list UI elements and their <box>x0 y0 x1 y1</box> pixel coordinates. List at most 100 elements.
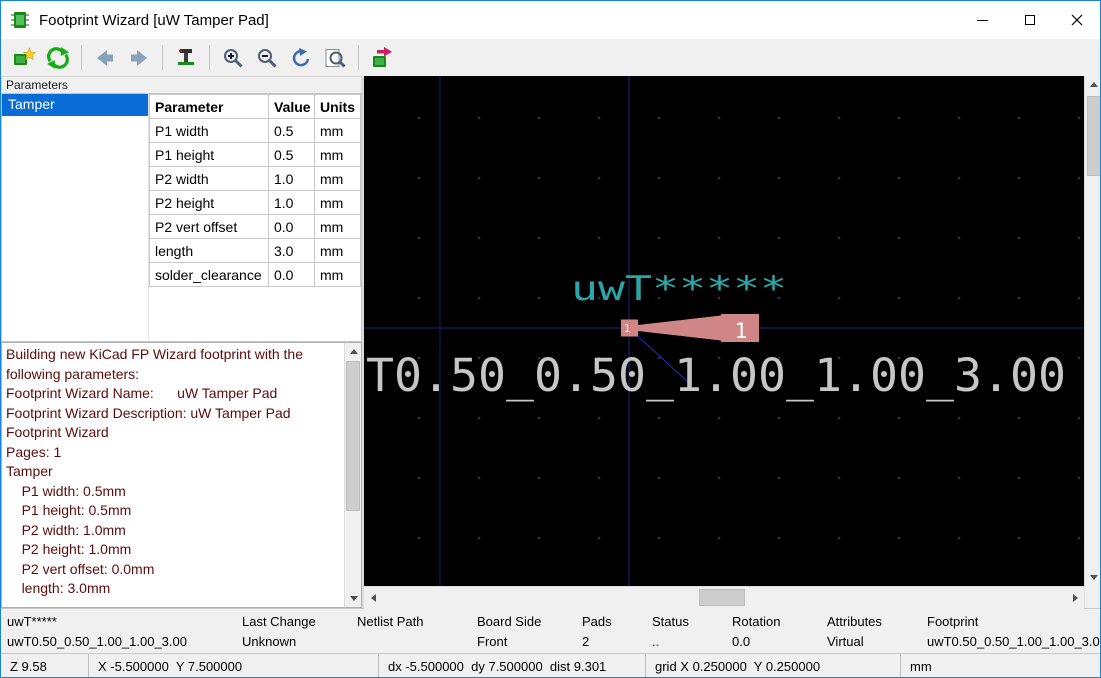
scroll-right-button[interactable] <box>1066 587 1084 609</box>
cursor-position: X -5.500000 Y 7.500000 <box>89 654 379 678</box>
param-value-cell[interactable]: 0.0 <box>269 263 315 287</box>
param-value-cell[interactable]: 1.0 <box>269 167 315 191</box>
scroll-left-button[interactable] <box>364 587 382 609</box>
status-bar: uwT***** uwT0.50_0.50_1.00_1.00_3.00 Las… <box>1 608 1100 653</box>
zoom-fit-icon <box>324 47 346 69</box>
coordinates-bar: Z 9.58 X -5.500000 Y 7.500000 dx -5.5000… <box>1 653 1100 678</box>
param-name-cell: solder_clearance <box>150 263 269 287</box>
parameters-panel: Parameters Tamper Parameter Value Units <box>1 76 364 608</box>
message-scrollbar[interactable] <box>344 343 361 607</box>
scroll-right-icon <box>1073 594 1078 602</box>
minimize-icon <box>977 20 988 21</box>
param-value-cell[interactable]: 3.0 <box>269 239 315 263</box>
table-row[interactable]: P2 width 1.0 mm <box>150 167 361 191</box>
grid-setting: grid X 0.250000 Y 0.250000 <box>646 654 901 678</box>
scrollbar-corner <box>1085 586 1101 608</box>
table-row[interactable]: P1 width 0.5 mm <box>150 119 361 143</box>
zoom-out-button[interactable] <box>250 42 284 73</box>
scrollbar-track[interactable] <box>382 587 1066 609</box>
parameter-table: Parameter Value Units P1 width 0.5 mm P1… <box>149 94 361 341</box>
param-value-cell[interactable]: 0.0 <box>269 215 315 239</box>
scroll-up-icon <box>1090 82 1098 87</box>
maximize-button[interactable] <box>1006 1 1053 39</box>
redraw-icon <box>290 47 312 69</box>
parameters-panel-header: Parameters <box>1 76 362 93</box>
main-area: Parameters Tamper Parameter Value Units <box>1 76 1100 608</box>
select-wizard-button[interactable] <box>7 42 41 73</box>
message-panel: Building new KiCad FP Wizard footprint w… <box>1 342 362 608</box>
zoom-in-button[interactable] <box>216 42 250 73</box>
minimize-button[interactable] <box>959 1 1006 39</box>
param-name-cell: P1 width <box>150 119 269 143</box>
param-units-cell: mm <box>315 263 361 287</box>
status-last-change: Last Change Unknown <box>236 609 351 653</box>
zoom-in-icon <box>222 47 244 69</box>
col-header-value: Value <box>269 95 315 119</box>
table-row[interactable]: length 3.0 mm <box>150 239 361 263</box>
zoom-level: Z 9.58 <box>1 654 89 678</box>
param-value-cell[interactable]: 1.0 <box>269 191 315 215</box>
param-name-cell: length <box>150 239 269 263</box>
toolbar-separator <box>81 45 82 70</box>
table-row[interactable]: P2 height 1.0 mm <box>150 191 361 215</box>
reference-text: uwT***** <box>571 269 787 309</box>
scroll-up-button[interactable] <box>1085 76 1101 93</box>
titlebar[interactable]: Footprint Wizard [uW Tamper Pad] <box>1 1 1100 39</box>
maximize-icon <box>1025 15 1035 25</box>
status-footprint-name: uwT***** uwT0.50_0.50_1.00_1.00_3.00 <box>1 609 236 653</box>
toolbar-separator <box>358 45 359 70</box>
status-rotation: Rotation 0.0 <box>726 609 821 653</box>
pad1-number-small: 1 <box>624 322 631 335</box>
param-units-cell: mm <box>315 143 361 167</box>
zoom-to-fit-button[interactable] <box>318 42 352 73</box>
units-indicator: mm <box>901 654 1100 678</box>
redraw-button[interactable] <box>284 42 318 73</box>
scrollbar-thumb[interactable] <box>346 361 360 511</box>
vertical-scrollbar[interactable] <box>1085 76 1101 586</box>
toolbar-separator <box>209 45 210 70</box>
previous-page-button[interactable] <box>88 42 122 73</box>
wizard-icon <box>12 46 36 70</box>
col-header-parameter: Parameter <box>150 95 269 119</box>
pad2-number-large: 1 <box>735 319 748 343</box>
message-text: Building new KiCad FP Wizard footprint w… <box>2 343 344 607</box>
param-units-cell: mm <box>315 191 361 215</box>
scroll-up-button[interactable] <box>345 343 362 360</box>
scrollbar-thumb[interactable] <box>1087 96 1101 176</box>
status-status: Status .. <box>646 609 726 653</box>
table-row[interactable]: P2 vert offset 0.0 mm <box>150 215 361 239</box>
scroll-down-button[interactable] <box>345 590 362 607</box>
horizontal-scrollbar[interactable] <box>364 586 1084 608</box>
param-units-cell: mm <box>315 167 361 191</box>
canvas[interactable]: 1 1 uwT***** T0.50_0.50_1.00_1.00_3.00 <box>364 76 1084 586</box>
export-footprint-button[interactable] <box>169 42 203 73</box>
col-header-units: Units <box>315 95 361 119</box>
close-button[interactable] <box>1053 1 1100 39</box>
pin-export-icon <box>175 47 197 69</box>
param-value-cell[interactable]: 0.5 <box>269 119 315 143</box>
insert-footprint-to-board-button[interactable] <box>365 42 399 73</box>
next-page-button[interactable] <box>122 42 156 73</box>
arrow-right-icon <box>128 47 150 69</box>
param-name-cell: P2 width <box>150 167 269 191</box>
table-row[interactable]: solder_clearance 0.0 mm <box>150 263 361 287</box>
window-title: Footprint Wizard [uW Tamper Pad] <box>39 12 959 29</box>
table-row[interactable]: P1 height 0.5 mm <box>150 143 361 167</box>
page-list-item-tamper[interactable]: Tamper <box>2 94 148 116</box>
param-name-cell: P1 height <box>150 143 269 167</box>
param-units-cell: mm <box>315 239 361 263</box>
scroll-left-icon <box>371 594 376 602</box>
scroll-down-button[interactable] <box>1085 569 1101 586</box>
status-netlist-path: Netlist Path <box>351 609 471 653</box>
scroll-down-icon <box>350 596 358 601</box>
toolbar <box>1 39 1100 76</box>
scrollbar-thumb[interactable] <box>699 589 745 606</box>
refresh-icon <box>46 46 70 70</box>
param-units-cell: mm <box>315 215 361 239</box>
param-value-cell[interactable]: 0.5 <box>269 143 315 167</box>
footprint-name-text: T0.50_0.50_1.00_1.00_3.00 <box>366 349 1066 402</box>
scroll-down-icon <box>1090 575 1098 580</box>
update-parameters-button[interactable] <box>41 42 75 73</box>
app-icon <box>10 10 30 30</box>
arrow-left-icon <box>94 47 116 69</box>
